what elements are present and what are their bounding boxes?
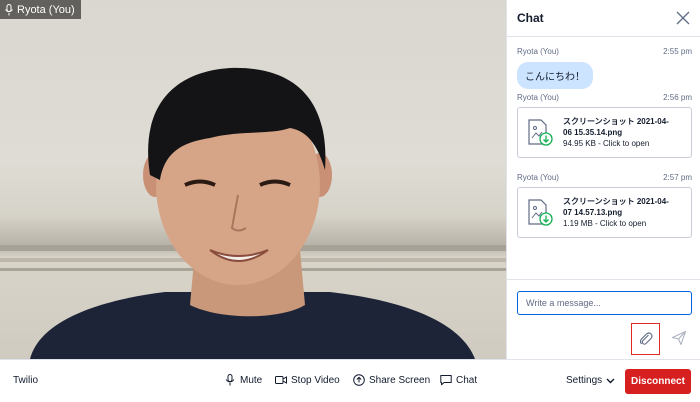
- message-bubble: こんにちわ！: [517, 62, 593, 89]
- file-details: スクリーンショット 2021-04- 07 14.57.13.png 1.19 …: [563, 196, 669, 229]
- video-feed: Ryota (You): [0, 0, 506, 359]
- chat-input-divider: [507, 279, 700, 280]
- video-call-app: Ryota (You) Chat Ryota (You) 2:55 pm こんに…: [0, 0, 700, 402]
- file-download-icon: [528, 198, 553, 226]
- file-name-line2: 06 15.35.14.png: [563, 128, 623, 137]
- disconnect-button[interactable]: Disconnect: [625, 369, 691, 394]
- mute-button[interactable]: Mute: [224, 374, 262, 386]
- chat-title: Chat: [517, 11, 544, 25]
- participant-name: Ryota (You): [17, 3, 75, 16]
- settings-label: Settings: [566, 375, 603, 386]
- message-meta: Ryota (You) 2:57 pm: [517, 173, 692, 182]
- share-screen-label: Share Screen: [369, 374, 431, 386]
- stop-video-button[interactable]: Stop Video: [275, 374, 340, 386]
- mute-label: Mute: [240, 374, 263, 386]
- chat-label: Chat: [456, 374, 478, 386]
- chevron-down-icon: [606, 378, 615, 383]
- chat-button[interactable]: Chat: [440, 374, 477, 386]
- message-input[interactable]: [517, 291, 692, 315]
- file-info: 94.95 KB - Click to open: [563, 139, 650, 148]
- file-info: 1.19 MB - Click to open: [563, 219, 647, 228]
- video-camera-icon: [275, 376, 287, 384]
- file-name-line1: スクリーンショット 2021-04-: [563, 197, 669, 206]
- message-meta: Ryota (You) 2:56 pm: [517, 93, 692, 102]
- attach-file-button[interactable]: [631, 323, 660, 355]
- chat-message: Ryota (You) 2:56 pm スクリーンショット 2021-04- 0…: [517, 93, 692, 158]
- message-author: Ryota (You): [517, 47, 559, 56]
- participant-name-tag: Ryota (You): [0, 0, 81, 19]
- message-meta: Ryota (You) 2:55 pm: [517, 47, 692, 56]
- microphone-icon: [225, 374, 235, 386]
- paperclip-icon: [639, 332, 653, 345]
- message-author: Ryota (You): [517, 93, 559, 102]
- settings-dropdown[interactable]: Settings: [566, 375, 615, 386]
- file-name-line2: 07 14.57.13.png: [563, 208, 623, 217]
- brand-label: Twilio: [13, 375, 39, 386]
- message-time: 2:55 pm: [663, 47, 692, 56]
- file-name-line1: スクリーンショット 2021-04-: [563, 117, 669, 126]
- chat-panel: Chat Ryota (You) 2:55 pm こんにちわ！ Ryota (Y…: [506, 0, 700, 359]
- participant-video-image: [30, 67, 475, 359]
- file-details: スクリーンショット 2021-04- 06 15.35.14.png 94.95…: [563, 116, 669, 149]
- microphone-icon: [5, 3, 13, 15]
- file-attachment-card[interactable]: スクリーンショット 2021-04- 06 15.35.14.png 94.95…: [517, 107, 692, 158]
- chat-header: Chat: [507, 0, 700, 37]
- file-download-icon: [528, 118, 553, 146]
- send-icon[interactable]: [671, 330, 687, 346]
- call-toolbar: Twilio Mute Stop Video Share Screen Chat…: [0, 359, 700, 402]
- message-author: Ryota (You): [517, 173, 559, 182]
- chat-message: Ryota (You) 2:55 pm こんにちわ！: [517, 47, 692, 89]
- message-time: 2:56 pm: [663, 93, 692, 102]
- message-time: 2:57 pm: [663, 173, 692, 182]
- stop-video-label: Stop Video: [291, 374, 340, 386]
- chat-message: Ryota (You) 2:57 pm スクリーンショット 2021-04- 0…: [517, 173, 692, 238]
- file-attachment-card[interactable]: スクリーンショット 2021-04- 07 14.57.13.png 1.19 …: [517, 187, 692, 238]
- close-icon[interactable]: [676, 11, 690, 25]
- share-screen-button[interactable]: Share Screen: [353, 374, 430, 386]
- share-screen-icon: [353, 374, 365, 386]
- chat-bubble-icon: [440, 375, 452, 386]
